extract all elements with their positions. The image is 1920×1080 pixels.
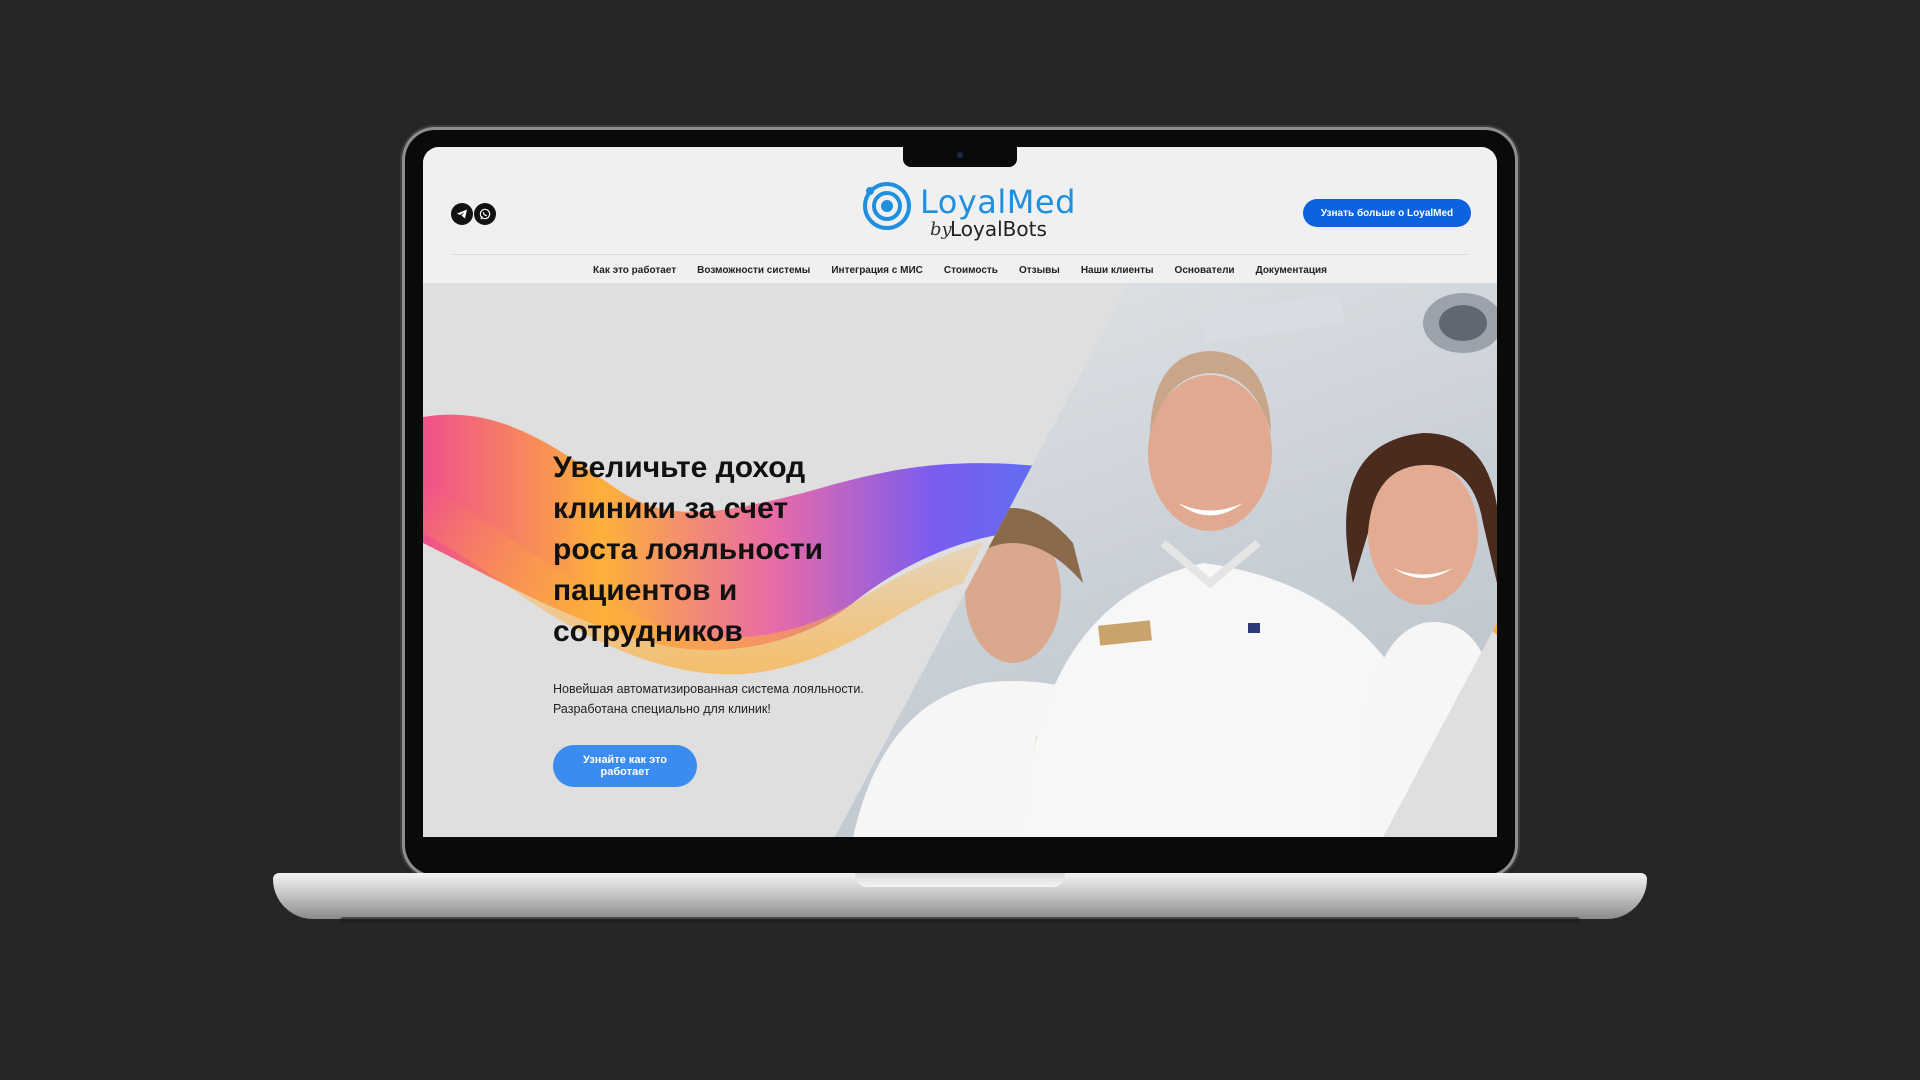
nav-item-reviews[interactable]: Отзывы bbox=[1019, 265, 1060, 276]
hero-section: Увеличьте доход клиники за счет роста ло… bbox=[423, 283, 1497, 837]
whatsapp-icon[interactable] bbox=[474, 203, 496, 225]
site-header: LoyalMed by LoyalBots Узнать больше о Lo… bbox=[423, 147, 1497, 283]
logo-name: LoyalMed bbox=[920, 183, 1076, 221]
nav-item-how-it-works[interactable]: Как это работает bbox=[593, 265, 676, 276]
nav-item-docs[interactable]: Документация bbox=[1256, 265, 1327, 276]
laptop-opening-notch bbox=[855, 873, 1065, 887]
logo[interactable]: LoyalMed by LoyalBots bbox=[858, 177, 1075, 249]
telegram-icon[interactable] bbox=[451, 203, 473, 225]
how-it-works-button[interactable]: Узнайте как это работает bbox=[553, 745, 697, 787]
header-divider bbox=[451, 254, 1469, 255]
logo-mark-icon bbox=[863, 182, 911, 230]
nav-item-founders[interactable]: Основатели bbox=[1175, 265, 1235, 276]
logo-company: LoyalBots bbox=[950, 217, 1047, 241]
main-nav: Как это работает Возможности системы Инт… bbox=[423, 259, 1497, 281]
hero-subtitle: Новейшая автоматизированная система лоял… bbox=[553, 679, 913, 719]
hero-subtitle-line-1: Новейшая автоматизированная система лоял… bbox=[553, 682, 864, 696]
nav-item-features[interactable]: Возможности системы bbox=[697, 265, 810, 276]
nav-item-pricing[interactable]: Стоимость bbox=[944, 265, 998, 276]
camera-icon bbox=[957, 152, 963, 158]
logo-by: by bbox=[930, 219, 952, 240]
laptop-shadow bbox=[340, 917, 1580, 923]
nav-item-integration[interactable]: Интеграция с МИС bbox=[831, 265, 923, 276]
learn-more-button[interactable]: Узнать больше о LoyalMed bbox=[1303, 199, 1471, 227]
nav-item-clients[interactable]: Наши клиенты bbox=[1081, 265, 1154, 276]
browser-screen: LoyalMed by LoyalBots Узнать больше о Lo… bbox=[423, 147, 1497, 837]
hero-title: Увеличьте доход клиники за счет роста ло… bbox=[553, 451, 824, 648]
hero-subtitle-line-2: Разработана специально для клиник! bbox=[553, 702, 771, 716]
